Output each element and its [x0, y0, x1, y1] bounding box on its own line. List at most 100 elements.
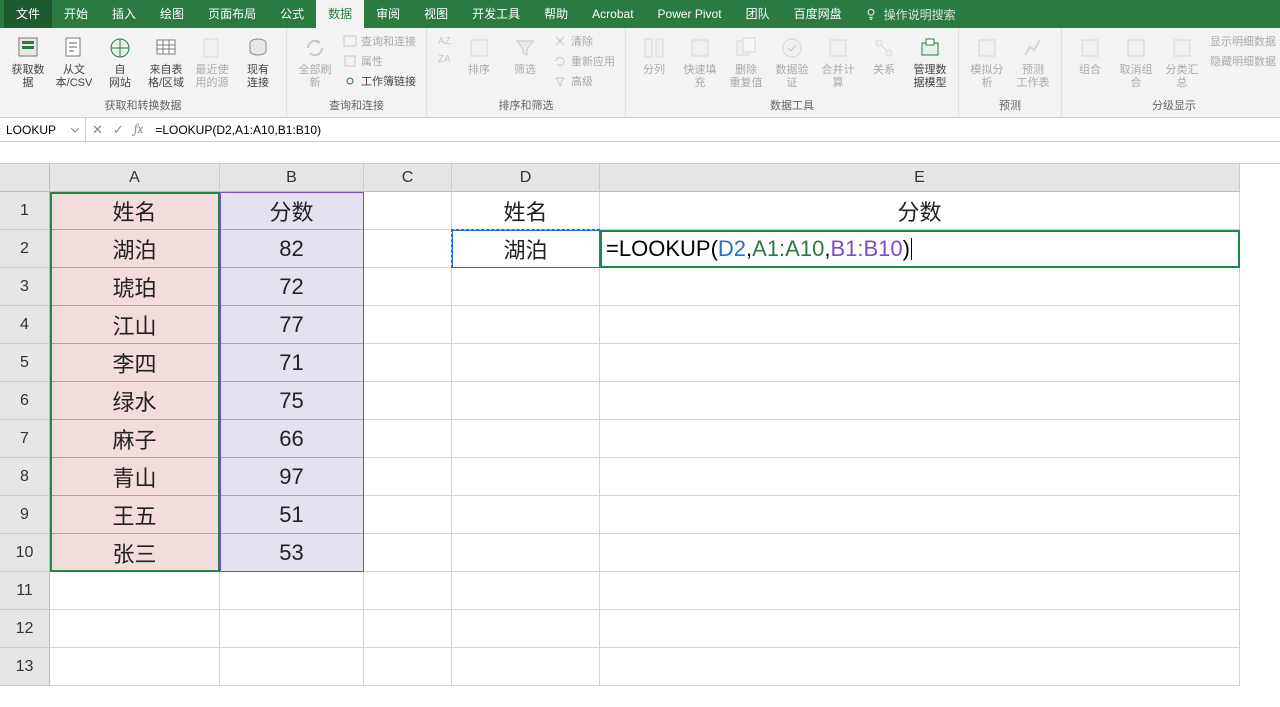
row-header[interactable]: 7: [0, 420, 50, 458]
insert-function-button[interactable]: fx: [134, 122, 144, 137]
existing-connections-button[interactable]: 现有 连接: [236, 32, 280, 92]
active-cell-editing[interactable]: =LOOKUP(D2,A1:A10,B1:B10): [600, 230, 1240, 268]
cancel-formula-button[interactable]: ✕: [92, 122, 103, 138]
cell[interactable]: 71: [220, 344, 364, 382]
cell[interactable]: 张三: [50, 534, 220, 572]
from-table-button[interactable]: 来自表 格/区域: [144, 32, 188, 92]
tab-help[interactable]: 帮助: [532, 0, 580, 28]
col-header[interactable]: D: [452, 164, 600, 192]
cell[interactable]: [364, 230, 452, 268]
col-header[interactable]: C: [364, 164, 452, 192]
cell[interactable]: [600, 496, 1240, 534]
data-model-button[interactable]: 管理数 据模型: [908, 32, 952, 92]
data-validation-button[interactable]: 数据验 证: [770, 32, 814, 92]
recent-sources-button[interactable]: 最近使 用的源: [190, 32, 234, 92]
show-detail-button[interactable]: 显示明细数据: [1206, 32, 1280, 50]
cell[interactable]: [364, 572, 452, 610]
row-header[interactable]: 3: [0, 268, 50, 306]
cell[interactable]: [600, 420, 1240, 458]
cell[interactable]: [452, 344, 600, 382]
cell[interactable]: 绿水: [50, 382, 220, 420]
cell[interactable]: 82: [220, 230, 364, 268]
row-header[interactable]: 6: [0, 382, 50, 420]
consolidate-button[interactable]: 合并计算: [816, 32, 860, 92]
cell[interactable]: 李四: [50, 344, 220, 382]
cell[interactable]: [220, 572, 364, 610]
cell[interactable]: 66: [220, 420, 364, 458]
col-header[interactable]: E: [600, 164, 1240, 192]
row-header[interactable]: 2: [0, 230, 50, 268]
cell[interactable]: [600, 268, 1240, 306]
cell[interactable]: 青山: [50, 458, 220, 496]
cell[interactable]: [600, 306, 1240, 344]
properties-button[interactable]: 属性: [339, 52, 420, 70]
hide-detail-button[interactable]: 隐藏明细数据: [1206, 52, 1280, 70]
tab-developer[interactable]: 开发工具: [460, 0, 532, 28]
what-if-button[interactable]: 模拟分析: [965, 32, 1009, 92]
from-web-button[interactable]: 自 网站: [98, 32, 142, 92]
from-text-csv-button[interactable]: 从文 本/CSV: [52, 32, 96, 92]
tab-review[interactable]: 审阅: [364, 0, 412, 28]
cell[interactable]: 75: [220, 382, 364, 420]
row-header[interactable]: 5: [0, 344, 50, 382]
cell[interactable]: [364, 458, 452, 496]
cell[interactable]: [364, 382, 452, 420]
row-header[interactable]: 11: [0, 572, 50, 610]
tab-insert[interactable]: 插入: [100, 0, 148, 28]
cell[interactable]: 53: [220, 534, 364, 572]
cell[interactable]: 姓名: [50, 192, 220, 230]
cell[interactable]: [600, 534, 1240, 572]
tab-formulas[interactable]: 公式: [268, 0, 316, 28]
cell[interactable]: [50, 648, 220, 686]
cell[interactable]: 湖泊: [452, 230, 600, 268]
tab-view[interactable]: 视图: [412, 0, 460, 28]
cell[interactable]: [452, 382, 600, 420]
cell[interactable]: 分数: [220, 192, 364, 230]
sort-az-button[interactable]: AZ: [433, 32, 455, 48]
tab-home[interactable]: 开始: [52, 0, 100, 28]
reapply-filter-button[interactable]: 重新应用: [549, 52, 619, 70]
name-box[interactable]: LOOKUP: [0, 118, 86, 141]
ungroup-button[interactable]: 取消组合: [1114, 32, 1158, 92]
remove-duplicates-button[interactable]: 删除 重复值: [724, 32, 768, 92]
cell[interactable]: 江山: [50, 306, 220, 344]
cell[interactable]: [220, 648, 364, 686]
cell[interactable]: 77: [220, 306, 364, 344]
row-header[interactable]: 10: [0, 534, 50, 572]
cell[interactable]: [452, 268, 600, 306]
cell[interactable]: [364, 306, 452, 344]
formula-input[interactable]: =LOOKUP(D2,A1:A10,B1:B10): [149, 123, 1280, 137]
group-button[interactable]: 组合: [1068, 32, 1112, 79]
tab-powerpivot[interactable]: Power Pivot: [646, 0, 734, 28]
cell[interactable]: 51: [220, 496, 364, 534]
cell[interactable]: [452, 420, 600, 458]
cell[interactable]: [364, 344, 452, 382]
cell[interactable]: [452, 648, 600, 686]
row-header[interactable]: 4: [0, 306, 50, 344]
advanced-filter-button[interactable]: 高级: [549, 72, 619, 90]
tab-data[interactable]: 数据: [316, 0, 364, 28]
tab-team[interactable]: 团队: [734, 0, 782, 28]
cell[interactable]: [600, 648, 1240, 686]
col-header[interactable]: A: [50, 164, 220, 192]
row-header[interactable]: 13: [0, 648, 50, 686]
forecast-sheet-button[interactable]: 预测 工作表: [1011, 32, 1055, 92]
cell[interactable]: 麻子: [50, 420, 220, 458]
cell[interactable]: [452, 306, 600, 344]
filter-button[interactable]: 筛选: [503, 32, 547, 79]
subtotal-button[interactable]: 分类汇总: [1160, 32, 1204, 92]
cell[interactable]: [600, 382, 1240, 420]
cell[interactable]: [452, 572, 600, 610]
refresh-all-button[interactable]: 全部刷新: [293, 32, 337, 92]
row-header[interactable]: 12: [0, 610, 50, 648]
workbook-links-button[interactable]: 工作簿链接: [339, 72, 420, 90]
cell[interactable]: [364, 420, 452, 458]
tab-layout[interactable]: 页面布局: [196, 0, 268, 28]
cell[interactable]: [364, 610, 452, 648]
get-data-button[interactable]: 获取数 据: [6, 32, 50, 92]
cell[interactable]: 湖泊: [50, 230, 220, 268]
cell[interactable]: [600, 344, 1240, 382]
cell[interactable]: 分数: [600, 192, 1240, 230]
cell[interactable]: [452, 496, 600, 534]
cell[interactable]: [220, 610, 364, 648]
